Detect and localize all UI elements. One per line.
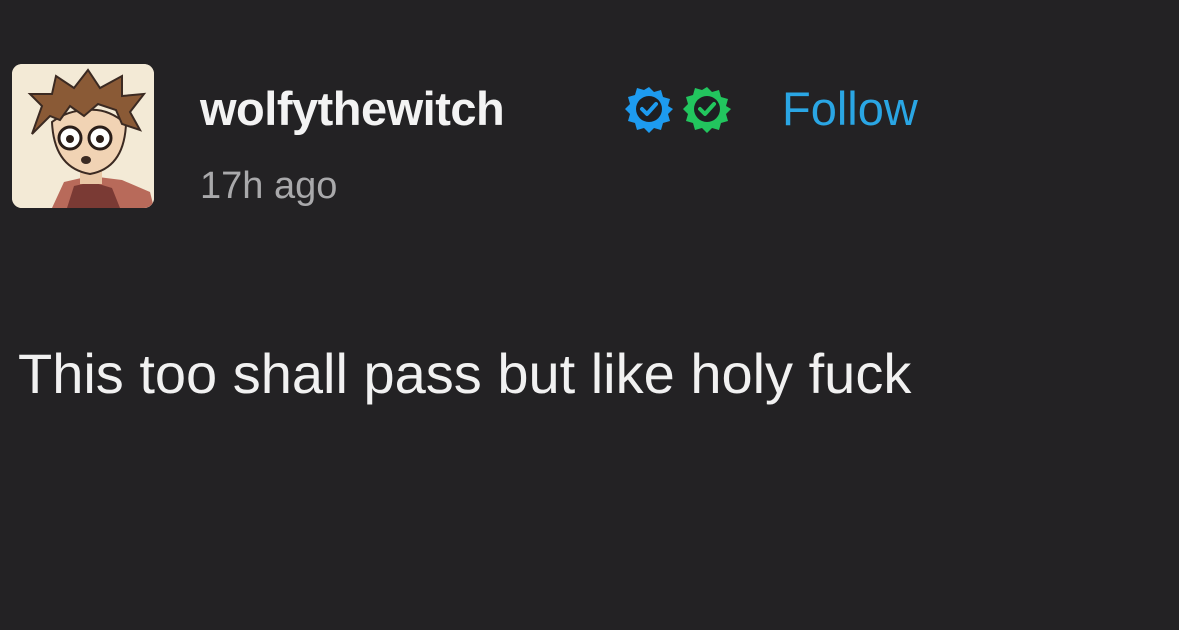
avatar-image [12,64,154,208]
username[interactable]: wolfythewitch [200,80,505,138]
post-card: wolfythewitch Follow 17h ago This too sh… [0,0,1179,630]
post-timestamp: 17h ago [200,165,338,207]
follow-button[interactable]: Follow [782,80,918,138]
avatar[interactable] [12,64,154,208]
post-body-text: This too shall pass but like holy fuck [18,342,912,405]
verified-badge-icon [625,85,673,133]
verified-badge-icon [683,85,731,133]
